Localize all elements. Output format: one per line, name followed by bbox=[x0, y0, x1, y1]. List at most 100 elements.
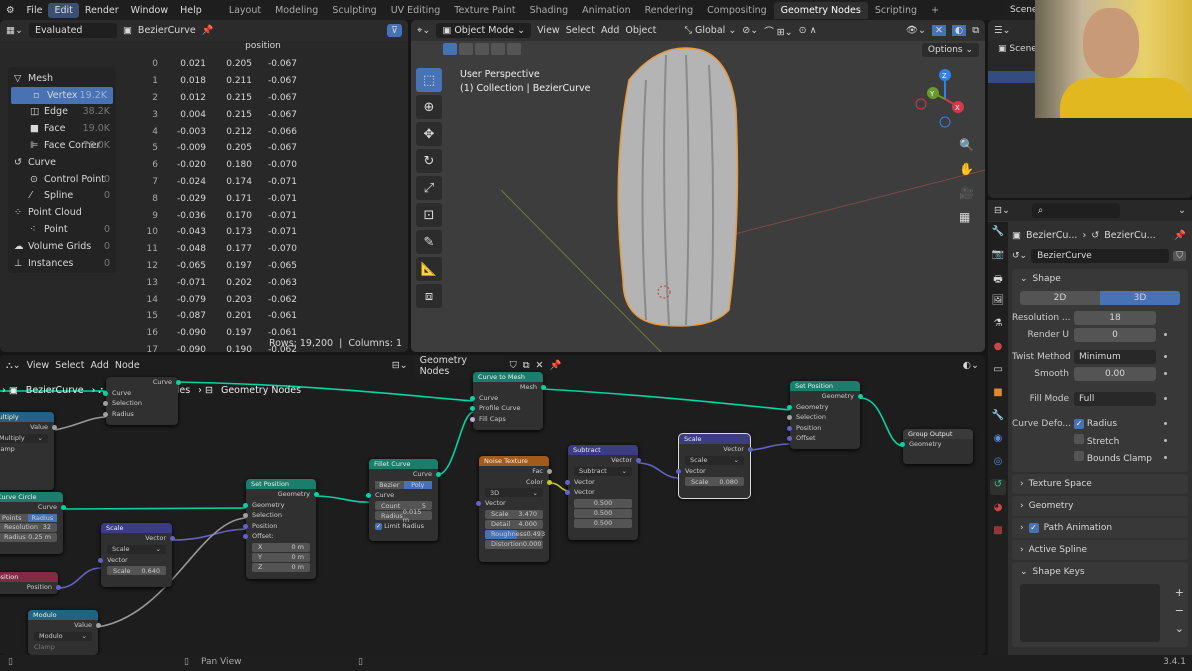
properties-search[interactable]: ⌕ bbox=[1031, 203, 1120, 218]
active-spline-panel[interactable]: › Active Spline bbox=[1012, 540, 1188, 560]
detail-field[interactable]: Detail 4.000 bbox=[485, 519, 543, 529]
radius-field[interactable]: Radius 0.015 m bbox=[375, 508, 432, 524]
menu-file[interactable]: File bbox=[21, 3, 49, 18]
node-noise-texture[interactable]: Noise Texture Fac Color 3D ⌄ Vector Scale… bbox=[476, 456, 552, 562]
tree-item-instances[interactable]: ⊥ Instances 0 bbox=[8, 255, 116, 272]
pin-icon[interactable]: 📌 bbox=[202, 25, 214, 36]
filter-icon[interactable]: ⊽ bbox=[387, 24, 402, 37]
editor-type-icon[interactable]: ☰⌄ bbox=[994, 25, 1010, 36]
menu-edit[interactable]: Edit bbox=[48, 2, 79, 18]
operation-dropdown[interactable]: Modulo ⌄ bbox=[34, 631, 92, 641]
tree-item-point-cloud[interactable]: ⁘ Point Cloud bbox=[8, 204, 116, 221]
distortion-field[interactable]: Distortion 0.000 bbox=[485, 539, 543, 549]
clamp-checkbox[interactable]: Clamp bbox=[28, 642, 98, 653]
tab-sculpting[interactable]: Sculpting bbox=[325, 2, 383, 19]
node-subtract[interactable]: Subtract Vector Subtract ⌄ Vector Vector … bbox=[565, 445, 641, 540]
add-shape-key-icon[interactable]: + bbox=[1175, 584, 1184, 602]
node-set-position[interactable]: Set Position Geometry Geometry Selection… bbox=[243, 479, 319, 579]
node-group-output[interactable]: Group Output Geometry bbox=[900, 429, 973, 464]
tree-item-face-corner[interactable]: ⊫ Face Corner 76.0K bbox=[8, 137, 116, 154]
world-tab-icon[interactable]: ● bbox=[990, 341, 1006, 357]
particles-tab-icon[interactable]: ◉ bbox=[990, 433, 1006, 449]
dim-2d-button[interactable]: 2D bbox=[1020, 291, 1100, 305]
clamp-checkbox[interactable]: Clamp bbox=[0, 444, 54, 455]
offset-y-field[interactable]: Y 0 m bbox=[252, 552, 310, 562]
node-set-position-2[interactable]: Set Position Geometry Geometry Selection… bbox=[787, 381, 863, 449]
roughness-field[interactable]: Roughness 0.493 bbox=[485, 529, 545, 539]
chevron-down-icon[interactable]: ⌄ bbox=[1178, 205, 1186, 216]
crumb-node-tree[interactable]: Geometry Nodes bbox=[221, 385, 301, 396]
vector-z-field[interactable]: 0.500 bbox=[574, 518, 632, 528]
3d-viewport[interactable]: ⌖⌄ ▣ Object Mode ⌄ View Select Add Objec… bbox=[411, 20, 985, 352]
menu-help[interactable]: Help bbox=[174, 3, 208, 18]
tree-item-control-point[interactable]: ⊙ Control Point 0 bbox=[8, 171, 116, 188]
view-layer-tab-icon[interactable]: 🖼 bbox=[990, 295, 1006, 311]
menu-window[interactable]: Window bbox=[125, 3, 174, 18]
datablock-name-field[interactable]: BezierCurve bbox=[1031, 249, 1170, 263]
tab-compositing[interactable]: Compositing bbox=[700, 2, 774, 19]
operation-dropdown[interactable]: Scale ⌄ bbox=[685, 455, 744, 465]
tree-item-point[interactable]: ⁖ Point 0 bbox=[8, 221, 116, 238]
path-animation-panel[interactable]: › ✓ Path Animation bbox=[1012, 518, 1188, 538]
render-u-value[interactable]: 0 bbox=[1074, 327, 1156, 342]
node-multiply[interactable]: Multiply Value Multiply⌄ Clamp bbox=[0, 412, 57, 490]
pan-hand-icon[interactable]: ✋ bbox=[959, 157, 974, 181]
scale-field[interactable]: Scale 3.470 bbox=[485, 509, 543, 519]
tool-tab-icon[interactable]: 🔧 bbox=[990, 226, 1006, 242]
operation-dropdown[interactable]: Multiply ⌄ bbox=[0, 433, 48, 443]
vector-y-field[interactable]: 0.500 bbox=[574, 508, 632, 518]
tab-scripting[interactable]: Scripting bbox=[868, 2, 924, 19]
object-tab-icon[interactable]: ■ bbox=[990, 387, 1006, 403]
twist-method-dropdown[interactable]: Minimum bbox=[1074, 349, 1156, 364]
stretch-checkbox[interactable] bbox=[1074, 434, 1084, 444]
modifier-tab-icon[interactable]: 🔧 bbox=[990, 410, 1006, 426]
fill-mode-dropdown[interactable]: Full bbox=[1074, 391, 1156, 406]
tab-animation[interactable]: Animation bbox=[575, 2, 637, 19]
node-fillet-curve[interactable]: Fillet Curve Curve Bezier Poly Curve Coun… bbox=[366, 459, 441, 541]
node-modulo[interactable]: Modulo Value Modulo ⌄ Clamp bbox=[28, 610, 101, 655]
camera-icon[interactable]: 🎥 bbox=[959, 181, 974, 205]
editor-type-icon[interactable]: ⊟⌄ bbox=[994, 205, 1010, 216]
node-curve-circle[interactable]: Curve Circle Curve Points Radius Resoluti… bbox=[0, 492, 66, 554]
tree-item-mesh[interactable]: ▽ Mesh bbox=[8, 70, 116, 87]
bounds-clamp-checkbox[interactable] bbox=[1074, 451, 1084, 461]
fake-user-shield-icon[interactable]: ⛉ bbox=[1173, 251, 1186, 261]
dimensions-dropdown[interactable]: 3D ⌄ bbox=[485, 488, 543, 497]
render-tab-icon[interactable]: 📷 bbox=[990, 249, 1006, 265]
keyframe-dot-icon[interactable] bbox=[1164, 439, 1167, 442]
offset-z-field[interactable]: Z 0 m bbox=[252, 562, 310, 572]
output-tab-icon[interactable]: 🖶 bbox=[990, 272, 1006, 288]
tab-shading[interactable]: Shading bbox=[523, 2, 576, 19]
radius-field[interactable]: Radius 0.25 m bbox=[0, 532, 57, 542]
shape-keys-header[interactable]: ⌄ Shape Keys bbox=[1012, 562, 1188, 582]
keyframe-dot-icon[interactable] bbox=[1164, 333, 1167, 336]
tree-item-volume-grids[interactable]: ☁ Volume Grids 0 bbox=[8, 238, 116, 255]
tab-rendering[interactable]: Rendering bbox=[638, 2, 701, 19]
dim-3d-button[interactable]: 3D bbox=[1100, 291, 1180, 305]
scale-field[interactable]: Scale 0.080 bbox=[685, 477, 744, 486]
node-editor[interactable]: ⛬⌄ View Select Add Node ⊟⌄ Geometry Node… bbox=[0, 355, 985, 655]
node-curve-input[interactable]: Curve Curve Selection Radius bbox=[103, 377, 181, 425]
points-mode-button[interactable]: Points bbox=[0, 513, 28, 522]
add-workspace-button[interactable]: + bbox=[924, 2, 946, 19]
texture-tab-icon[interactable]: ▩ bbox=[990, 525, 1006, 541]
keyframe-dot-icon[interactable] bbox=[1164, 422, 1167, 425]
node-curve-to-mesh[interactable]: Curve to Mesh Mesh Curve Profile Curve F… bbox=[470, 372, 546, 430]
node-position[interactable]: Position Position bbox=[0, 572, 61, 594]
evaluation-mode-dropdown[interactable]: Evaluated bbox=[28, 23, 117, 38]
grid-view-icon[interactable]: ▦ bbox=[959, 205, 974, 229]
radius-checkbox[interactable]: ✓ bbox=[1074, 418, 1084, 429]
keyframe-dot-icon[interactable] bbox=[1164, 355, 1167, 358]
blender-logo-icon[interactable]: ⚙ bbox=[0, 3, 21, 18]
shape-keys-list[interactable] bbox=[1020, 584, 1160, 642]
limit-radius-checkbox[interactable]: ✓ bbox=[375, 522, 382, 530]
shape-panel-header[interactable]: ⌄ Shape bbox=[1012, 269, 1188, 289]
tab-modeling[interactable]: Modeling bbox=[268, 2, 325, 19]
tree-item-curve[interactable]: ↺ Curve bbox=[8, 154, 116, 171]
poly-mode-button[interactable]: Poly bbox=[403, 480, 432, 489]
node-scale-selected[interactable]: Scale Vector Scale ⌄ Vector Scale 0.080 bbox=[676, 433, 753, 499]
offset-x-field[interactable]: X 0 m bbox=[252, 542, 310, 552]
path-animation-checkbox[interactable]: ✓ bbox=[1028, 523, 1039, 533]
collection-tab-icon[interactable]: ▭ bbox=[990, 364, 1006, 380]
operation-dropdown[interactable]: Subtract ⌄ bbox=[574, 466, 632, 476]
